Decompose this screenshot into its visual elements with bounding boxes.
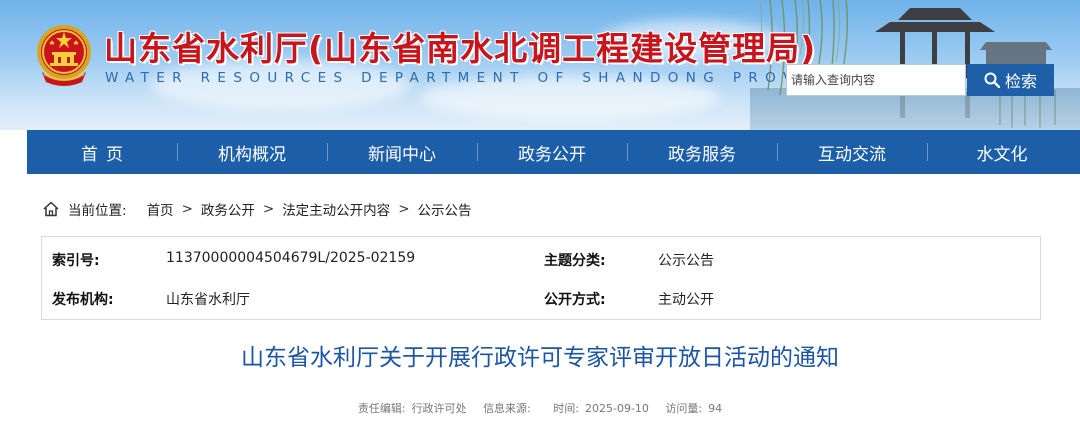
- category-value: 公示公告: [658, 253, 714, 269]
- search-button-label: 检索: [1004, 72, 1037, 91]
- nav-item-interaction[interactable]: 互动交流: [777, 130, 927, 174]
- time-label: 时间:: [553, 402, 579, 415]
- editor-value: 行政许可处: [411, 402, 467, 415]
- breadcrumb-link-government-affairs[interactable]: 政务公开: [201, 199, 255, 219]
- views-value: 94: [708, 402, 723, 415]
- index-number-label: 索引号:: [52, 253, 100, 269]
- nav-item-home[interactable]: 首页: [27, 130, 177, 174]
- nav-item-news[interactable]: 新闻中心: [327, 130, 477, 174]
- document-info-table: 索引号: 11370000004504679L/2025-02159 主题分类:…: [41, 236, 1041, 320]
- publisher-label: 发布机构:: [52, 292, 114, 308]
- breadcrumb-link-home[interactable]: 首页: [147, 199, 174, 219]
- nav-item-about[interactable]: 机构概况: [177, 130, 327, 174]
- nav-item-water-culture[interactable]: 水文化: [927, 130, 1077, 174]
- site-subtitle: WATER RESOURCES DEPARTMENT OF SHANDONG P…: [105, 70, 862, 86]
- search-input[interactable]: [786, 64, 966, 96]
- source-label: 信息来源:: [483, 402, 531, 415]
- disclosure-method-value: 主动公开: [658, 292, 714, 308]
- nav-item-government-affairs[interactable]: 政务公开: [477, 130, 627, 174]
- nav-item-services[interactable]: 政务服务: [627, 130, 777, 174]
- publisher-value: 山东省水利厅: [166, 292, 250, 308]
- article-meta: 责任编辑: 行政许可处 信息来源: 时间: 2025-09-10 访问量: 94: [0, 400, 1080, 416]
- breadcrumb: 当前位置: 首页 > 政务公开 > 法定主动公开内容 > 公示公告: [42, 199, 472, 219]
- time-value: 2025-09-10: [585, 402, 649, 415]
- category-label: 主题分类:: [544, 253, 606, 269]
- breadcrumb-separator: >: [398, 201, 410, 217]
- breadcrumb-link-statutory-content[interactable]: 法定主动公开内容: [282, 199, 390, 219]
- breadcrumb-separator: >: [262, 201, 275, 217]
- editor-label: 责任编辑:: [357, 402, 406, 415]
- main-nav: 首页 机构概况 新闻中心 政务公开 政务服务 互动交流 水文化: [27, 130, 1080, 174]
- breadcrumb-separator: >: [181, 201, 193, 217]
- site-title[interactable]: 山东省水利厅(山东省南水北调工程建设管理局): [104, 22, 816, 70]
- national-emblem-icon: [37, 25, 91, 86]
- search-button[interactable]: 检索: [967, 64, 1054, 96]
- index-number-value: 11370000004504679L/2025-02159: [166, 250, 416, 266]
- disclosure-method-label: 公开方式:: [544, 292, 606, 308]
- breadcrumb-label: 当前位置:: [68, 203, 127, 219]
- magnifier-icon: [984, 72, 1000, 88]
- views-label: 访问量:: [665, 402, 703, 415]
- home-icon: [43, 201, 59, 217]
- breadcrumb-link-announcements[interactable]: 公示公告: [418, 199, 472, 219]
- header-banner: 山东省水利厅(山东省南水北调工程建设管理局) WATER RESOURCES D…: [0, 0, 1080, 130]
- article-title: 山东省水利厅关于开展行政许可专家评审开放日活动的通知: [241, 345, 839, 371]
